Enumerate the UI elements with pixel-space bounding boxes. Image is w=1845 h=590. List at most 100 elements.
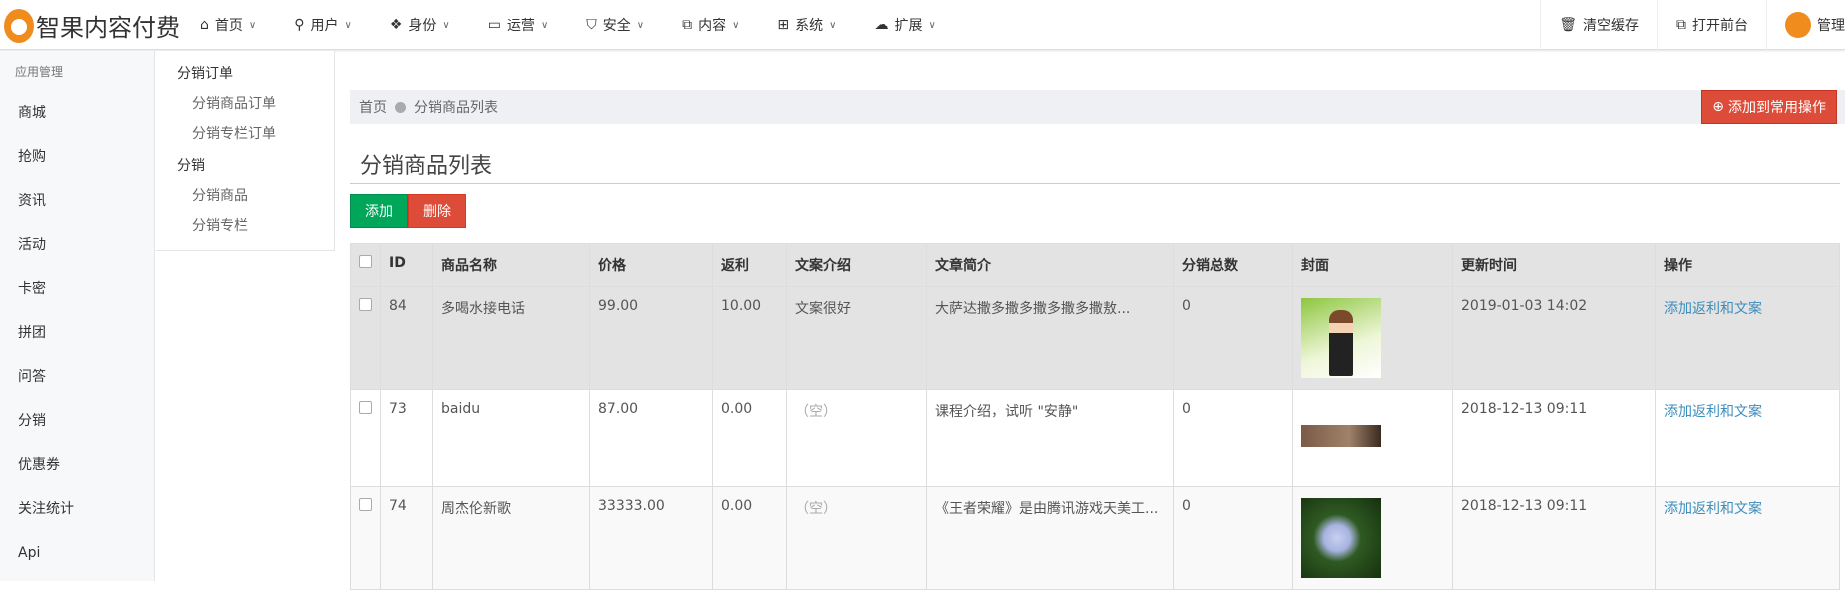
nav-identity[interactable]: ❖ 身份 ∨	[390, 15, 450, 35]
sidebar-item-distribution[interactable]: 分销	[0, 399, 154, 443]
cell-time: 2018-12-13 09:11	[1452, 486, 1656, 590]
laptop-icon: ▭	[487, 17, 501, 33]
product-table: ID 商品名称 价格 返利 文案介绍 文章简介 分销总数 封面 更新时间 操作 …	[350, 243, 1840, 590]
cloud-icon: ☁	[874, 17, 889, 33]
cell-action: 添加返利和文案	[1655, 486, 1840, 590]
cell-price: 33333.00	[589, 486, 713, 590]
cell-action: 添加返利和文案	[1655, 286, 1840, 390]
submenu: 分销订单 分销商品订单 分销专栏订单 分销 分销商品 分销专栏	[156, 51, 335, 251]
cell-rebate: 0.00	[712, 486, 787, 590]
sidebar-item-coupon[interactable]: 优惠券	[0, 443, 154, 487]
cell-cover	[1292, 286, 1453, 390]
select-all-checkbox[interactable]	[359, 255, 372, 268]
cell-name: baidu	[432, 389, 590, 487]
submenu-item-product-orders[interactable]: 分销商品订单	[156, 89, 334, 119]
clear-cache-button[interactable]: 🗑 清空缓存	[1540, 0, 1657, 50]
delete-button[interactable]: 删除	[408, 194, 466, 228]
row-checkbox[interactable]	[359, 298, 372, 311]
header-time: 更新时间	[1452, 243, 1656, 287]
submenu-item-products[interactable]: 分销商品	[156, 181, 334, 211]
breadcrumb-home[interactable]: 首页	[359, 97, 387, 117]
cell-name: 周杰伦新歌	[432, 486, 590, 590]
plus-circle-icon: ⊕	[1712, 99, 1724, 115]
users-icon: ❖	[389, 17, 403, 33]
cell-total: 0	[1173, 486, 1293, 590]
table-row: 73 baidu 87.00 0.00 （空） 课程介绍，试听 "安静" 0 2…	[350, 389, 1840, 487]
nav-user[interactable]: ⚲ 用户 ∨	[294, 15, 352, 35]
header-cover: 封面	[1292, 243, 1453, 287]
logo[interactable]: 智果内容付费	[4, 8, 180, 43]
nav-label: 身份	[408, 18, 437, 34]
row-checkbox[interactable]	[359, 498, 372, 511]
cell-time: 2018-12-13 09:11	[1452, 389, 1656, 487]
cell-intro: 课程介绍，试听 "安静"	[926, 389, 1174, 487]
select-all-cell	[350, 243, 381, 287]
nav-security[interactable]: ⛉ 安全 ∨	[586, 15, 644, 35]
cell-total: 0	[1173, 286, 1293, 390]
copy-icon: ⧉	[682, 17, 693, 33]
sidebar: 应用管理 商城 抢购 资讯 活动 卡密 拼团 问答 分销 优惠券 关注统计 Ap…	[0, 51, 155, 581]
copy-icon: ⧉	[1676, 17, 1686, 33]
header-name: 商品名称	[432, 243, 590, 287]
cover-image	[1301, 298, 1381, 378]
cell-name: 多喝水接电话	[432, 286, 590, 390]
sidebar-item-api[interactable]: Api	[0, 531, 154, 575]
chevron-down-icon: ∨	[344, 19, 352, 31]
cell-time: 2019-01-03 14:02	[1452, 286, 1656, 390]
add-rebate-link[interactable]: 添加返利和文案	[1664, 301, 1762, 317]
nav-label: 用户	[310, 18, 339, 34]
sidebar-item-card[interactable]: 卡密	[0, 267, 154, 311]
add-favorite-button[interactable]: ⊕ 添加到常用操作	[1701, 90, 1837, 124]
breadcrumb-current: 分销商品列表	[414, 100, 498, 116]
sidebar-title: 应用管理	[15, 65, 64, 79]
header-price: 价格	[589, 243, 713, 287]
add-rebate-link[interactable]: 添加返利和文案	[1664, 501, 1762, 517]
row-checkbox[interactable]	[359, 401, 372, 414]
header-rebate: 返利	[712, 243, 787, 287]
nav-content[interactable]: ⧉ 内容 ∨	[682, 15, 739, 35]
header-copy: 文案介绍	[786, 243, 927, 287]
cell-intro: 《王者荣耀》是由腾讯游戏天美工...	[926, 486, 1174, 590]
windows-icon: ⊞	[777, 17, 790, 33]
cell-price: 99.00	[589, 286, 713, 390]
sidebar-item-qa[interactable]: 问答	[0, 355, 154, 399]
nav-label: 安全	[602, 18, 631, 34]
nav-home[interactable]: ⌂ 首页 ∨	[200, 15, 256, 35]
header-total: 分销总数	[1173, 243, 1293, 287]
nav-label: 内容	[698, 18, 727, 34]
home-icon: ⌂	[200, 17, 209, 33]
sidebar-item-group-buy[interactable]: 拼团	[0, 311, 154, 355]
avatar	[1785, 12, 1811, 38]
top-header: 智果内容付费 ⌂ 首页 ∨ ⚲ 用户 ∨ ❖ 身份 ∨ ▭ 运营 ∨ ⛉ 安全 ∨ ⧉ 内容 ∨ ⊞ 系统…	[0, 0, 1845, 50]
sidebar-item-activity[interactable]: 活动	[0, 223, 154, 267]
nav-operation[interactable]: ▭ 运营 ∨	[488, 15, 549, 35]
cover-image	[1301, 498, 1381, 578]
admin-menu[interactable]: 管理	[1766, 0, 1845, 50]
open-frontend-button[interactable]: ⧉ 打开前台	[1657, 0, 1766, 50]
sidebar-item-flash-sale[interactable]: 抢购	[0, 135, 154, 179]
cell-copy: （空）	[786, 389, 927, 487]
clear-cache-label: 清空缓存	[1583, 18, 1639, 34]
submenu-item-column-orders[interactable]: 分销专栏订单	[156, 119, 334, 149]
sidebar-item-follow-stats[interactable]: 关注统计	[0, 487, 154, 531]
chevron-down-icon: ∨	[636, 19, 645, 31]
add-rebate-link[interactable]: 添加返利和文案	[1664, 404, 1762, 420]
nav-system[interactable]: ⊞ 系统 ∨	[777, 15, 836, 35]
add-button[interactable]: 添加	[350, 194, 408, 228]
separator-dot-icon	[395, 101, 406, 113]
submenu-group-distribution: 分销	[177, 158, 205, 174]
add-favorite-label: 添加到常用操作	[1728, 100, 1826, 116]
sidebar-item-mall[interactable]: 商城	[0, 91, 154, 135]
header-id[interactable]: ID	[380, 243, 433, 287]
header-actions: 🗑 清空缓存 ⧉ 打开前台 管理	[1540, 0, 1845, 50]
sidebar-item-news[interactable]: 资讯	[0, 179, 154, 223]
chevron-down-icon: ∨	[928, 19, 936, 31]
cover-image	[1301, 425, 1381, 447]
cell-id: 84	[380, 286, 433, 390]
cell-intro: 大萨达撒多撒多撒多撒多撒敖...	[926, 286, 1174, 390]
cell-id: 73	[380, 389, 433, 487]
submenu-item-columns[interactable]: 分销专栏	[156, 211, 334, 241]
nav-extension[interactable]: ☁ 扩展 ∨	[874, 15, 935, 35]
breadcrumb: 首页 分销商品列表 ⊕ 添加到常用操作	[350, 90, 1845, 124]
nav-label: 运营	[506, 18, 535, 34]
